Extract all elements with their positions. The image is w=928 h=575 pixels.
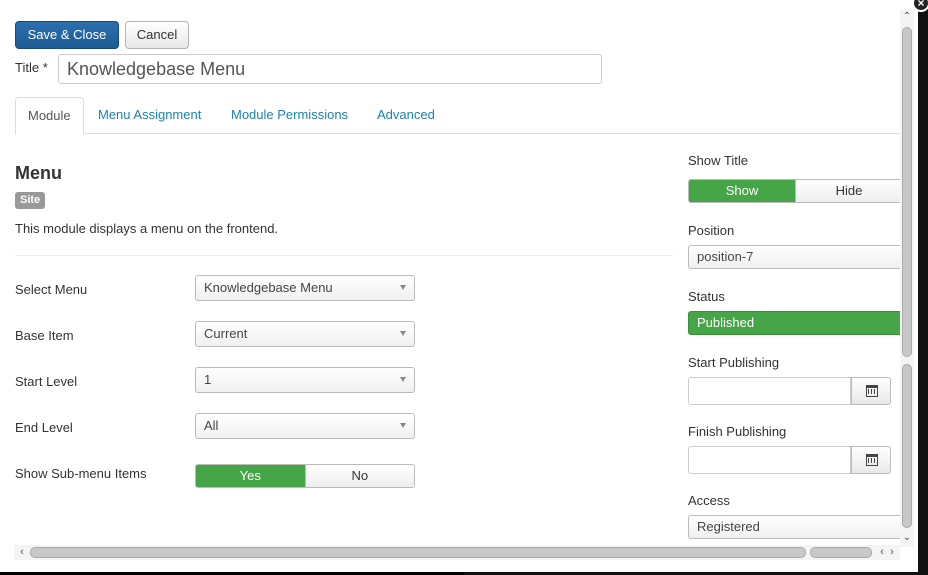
scroll-up-icon[interactable]: ⌃ (902, 11, 912, 23)
horizontal-scroll-thumb[interactable] (30, 547, 806, 558)
tab-module[interactable]: Module (15, 97, 84, 135)
site-badge: Site (15, 192, 46, 209)
horizontal-scrollbar[interactable]: ‹ ‹ › (14, 545, 900, 560)
show-title-hide[interactable]: Hide (795, 180, 902, 202)
finish-publishing-label: Finish Publishing (688, 424, 787, 439)
chevron-down-icon (400, 285, 406, 290)
chevron-down-icon (400, 423, 406, 428)
finish-publishing-input[interactable] (688, 446, 851, 474)
access-label: Access (688, 493, 730, 508)
cancel-button[interactable]: Cancel (125, 21, 189, 49)
select-menu-dropdown[interactable]: Knowledgebase Menu (195, 275, 415, 301)
show-submenu-toggle: Yes No (195, 464, 415, 488)
save-close-button[interactable]: Save & Close (15, 21, 119, 49)
start-level-dropdown[interactable]: 1 (195, 367, 415, 393)
status-label: Status (688, 289, 725, 304)
end-level-label: End Level (15, 420, 73, 435)
tab-menu-assignment[interactable]: Menu Assignment (86, 97, 213, 134)
vertical-scroll-thumb[interactable] (902, 27, 912, 357)
start-level-value: 1 (204, 372, 212, 387)
base-item-dropdown[interactable]: Current (195, 321, 415, 347)
chevron-down-icon (400, 331, 406, 336)
horizontal-scroll-track[interactable] (810, 547, 872, 558)
start-level-label: Start Level (15, 374, 78, 389)
tab-module-permissions[interactable]: Module Permissions (219, 97, 360, 134)
tab-bar: Module Menu Assignment Module Permission… (15, 97, 901, 135)
scroll-down-icon[interactable]: ⌄ (902, 532, 912, 544)
show-submenu-no[interactable]: No (304, 465, 414, 487)
base-item-label: Base Item (15, 328, 74, 343)
select-menu-value: Knowledgebase Menu (204, 280, 333, 295)
scroll-right-icon[interactable]: › (886, 546, 898, 558)
calendar-icon (866, 454, 878, 466)
scroll-left-icon[interactable]: ‹ (16, 546, 28, 558)
position-dropdown[interactable]: position-7 (688, 245, 902, 269)
module-edit-modal: Save & Close Cancel Title * Knowledgebas… (0, 0, 918, 572)
title-label: Title * (15, 60, 48, 75)
divider (15, 255, 673, 256)
show-submenu-label: Show Sub-menu Items (15, 466, 147, 481)
calendar-icon (866, 385, 878, 397)
access-dropdown[interactable]: Registered (688, 515, 902, 539)
end-level-value: All (204, 418, 219, 433)
start-publishing-input[interactable] (688, 377, 851, 405)
title-input[interactable]: Knowledgebase Menu (58, 54, 602, 84)
module-description: This module displays a menu on the front… (15, 221, 279, 236)
vertical-scrollbar[interactable]: ⌃ ⌄ (900, 10, 914, 547)
base-item-value: Current (204, 326, 248, 341)
tab-advanced[interactable]: Advanced (365, 97, 447, 134)
show-submenu-yes[interactable]: Yes (196, 465, 305, 487)
status-dropdown[interactable]: Published (688, 311, 902, 335)
vertical-scroll-track[interactable] (902, 364, 912, 528)
show-title-toggle: Show Hide (688, 179, 902, 203)
select-menu-label: Select Menu (15, 282, 88, 297)
show-title-show[interactable]: Show (689, 180, 795, 202)
end-level-dropdown[interactable]: All (195, 413, 415, 439)
chevron-down-icon (400, 377, 406, 382)
position-label: Position (688, 223, 735, 238)
show-title-label: Show Title (688, 153, 748, 168)
start-publishing-label: Start Publishing (688, 355, 780, 370)
module-name-heading: Menu (15, 163, 62, 183)
finish-publishing-calendar-button[interactable] (851, 446, 891, 474)
start-publishing-calendar-button[interactable] (851, 377, 891, 405)
